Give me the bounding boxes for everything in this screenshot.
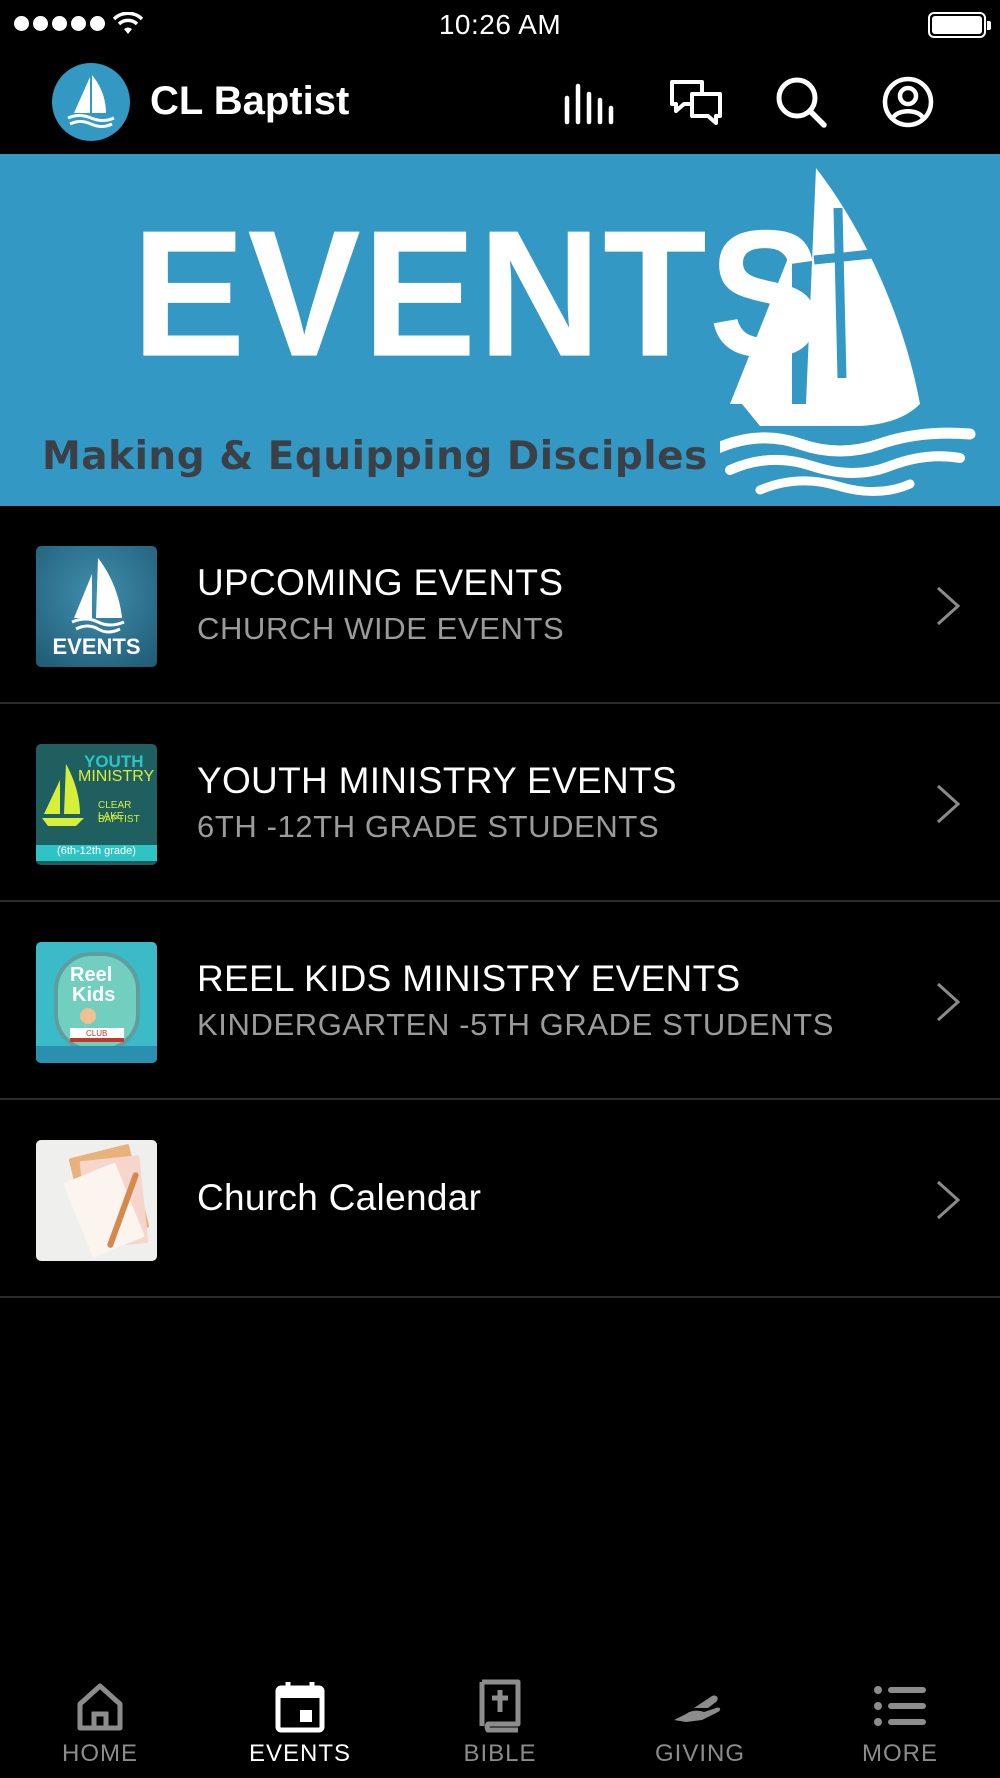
app-title: CL Baptist [150,79,350,123]
tab-giving[interactable]: GIVING [600,1664,800,1778]
audio-bars-icon[interactable] [561,74,617,130]
upcoming-events-thumbnail: EVENTS [36,546,157,667]
thumbnail-label: (6th-12th grade) [36,845,157,861]
sailboat-icon [42,764,84,826]
battery-icon [928,12,991,38]
tab-events[interactable]: EVENTS [200,1664,400,1778]
thumbnail-label: CLUB [86,1029,108,1038]
youth-ministry-thumbnail: YOUTH MINISTRY CLEAR LAKE BAPTIST (6th-1… [36,744,157,865]
item-subtitle: 6TH -12TH GRADE STUDENTS [197,809,660,844]
banner-subtitle: Making & Equipping Disciples [42,434,708,479]
status-time: 10:26 AM [438,9,562,40]
giving-hand-icon [674,1695,721,1722]
tab-bible[interactable]: BIBLE [400,1664,600,1778]
thumbnail-label: Kids [72,984,116,1006]
chevron-right-icon [936,784,961,824]
item-title: Church Calendar [197,1177,482,1218]
search-icon[interactable] [773,74,829,130]
bottom-tab-bar: HOME EVENTS BIBLE GIVING MORE [0,1664,1000,1778]
chat-icon[interactable] [668,74,724,130]
list-item-church-calendar[interactable]: Church Calendar [0,1100,1000,1298]
item-subtitle: KINDERGARTEN -5TH GRADE STUDENTS [197,1007,834,1042]
home-icon [77,1683,123,1731]
thumbnail-label: EVENTS [52,634,141,659]
tab-home[interactable]: HOME [0,1664,200,1778]
events-list: EVENTS UPCOMING EVENTS CHURCH WIDE EVENT… [0,506,1000,1298]
sailboat-cross-icon [720,168,976,497]
events-banner: EVENTS Making & Equipping Disciples [0,154,1000,506]
menu-list-icon [874,1686,926,1726]
tab-label: EVENTS [248,1740,352,1767]
tab-label: GIVING [654,1740,745,1767]
reel-kids-thumbnail: Reel Kids CLUB [36,942,157,1063]
tab-more[interactable]: MORE [800,1664,1000,1778]
calendar-icon [275,1682,325,1733]
item-title: YOUTH MINISTRY EVENTS [197,760,677,801]
chevron-right-icon [936,982,961,1022]
bible-icon [479,1679,521,1733]
item-subtitle: CHURCH WIDE EVENTS [197,611,565,646]
account-icon[interactable] [880,74,936,130]
tab-label: MORE [862,1740,938,1767]
status-bar: 10:26 AM [0,0,1000,50]
church-logo [52,63,130,141]
tab-label: BIBLE [463,1740,537,1767]
list-item-upcoming-events[interactable]: EVENTS UPCOMING EVENTS CHURCH WIDE EVENT… [0,506,1000,704]
list-item-reel-kids-ministry-events[interactable]: Reel Kids CLUB REEL KIDS MINISTRY EVENTS… [0,902,1000,1100]
church-calendar-thumbnail [36,1140,157,1261]
chevron-right-icon [936,586,961,626]
tab-label: HOME [62,1740,138,1767]
item-title: REEL KIDS MINISTRY EVENTS [197,958,741,999]
item-title: UPCOMING EVENTS [197,562,564,603]
app-header: CL Baptist [0,50,1000,154]
chevron-right-icon [936,1180,961,1220]
thumbnail-label: BAPTIST [98,814,140,825]
list-item-youth-ministry-events[interactable]: YOUTH MINISTRY CLEAR LAKE BAPTIST (6th-1… [0,704,1000,902]
